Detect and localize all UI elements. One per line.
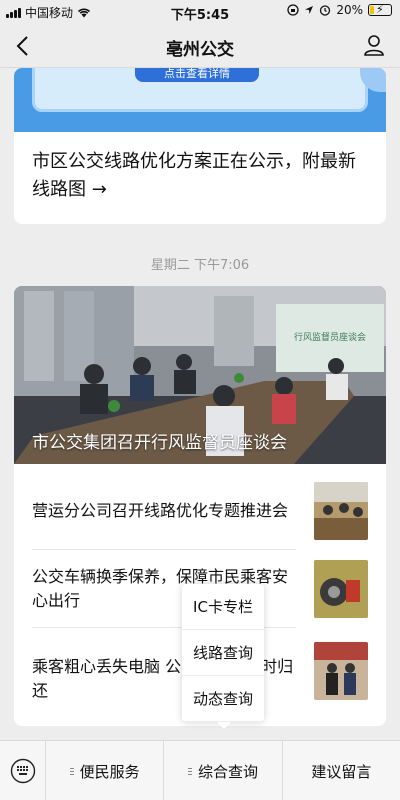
keyboard-icon	[10, 758, 36, 784]
status-bar: 中国移动 下午5:45 20% ⚡	[0, 0, 400, 24]
article-banner-image: 点击查看详情	[14, 68, 386, 132]
submenu-popup: IC卡专栏 线路查询 动态查询	[182, 584, 264, 729]
submenu-item-ic-card[interactable]: IC卡专栏	[182, 584, 264, 630]
hero-screen-text: 行风监督员座谈会	[294, 331, 366, 343]
message-timestamp: 星期二 下午7:06	[150, 258, 250, 273]
submenu-item-route-query[interactable]: 线路查询	[182, 630, 264, 676]
keyboard-toggle-button[interactable]	[0, 741, 46, 800]
menu-button-convenience[interactable]: 便民服务	[46, 741, 165, 800]
hero-news-item[interactable]: 行风监督员座谈会 市公交集团召开行风监督员座谈会	[14, 286, 386, 464]
article-card[interactable]: 点击查看详情 市区公交线路优化方案正在公示，附最新线路图 →	[14, 68, 386, 224]
submenu-item-realtime-query[interactable]: 动态查询	[182, 676, 264, 722]
battery-icon: ⚡	[368, 3, 392, 16]
alarm-icon	[320, 5, 331, 16]
user-icon[interactable]	[362, 33, 386, 57]
bottom-menu: 便民服务 综合查询 建议留言	[0, 740, 400, 800]
screen-lock-icon	[287, 4, 299, 16]
battery-percent: 20%	[336, 3, 363, 17]
news-item-thumbnail	[314, 642, 368, 700]
hero-caption: 市公交集团召开行风监督员座谈会	[32, 433, 287, 453]
banner-detail-button: 点击查看详情	[135, 68, 259, 82]
menu-button-query[interactable]: 综合查询	[164, 741, 283, 800]
nav-bar: 亳州公交	[0, 24, 400, 68]
news-item-thumbnail	[314, 482, 368, 540]
news-item-title: 营运分公司召开线路优化专题推进会	[32, 501, 289, 520]
location-icon	[305, 6, 314, 14]
menu-list-icon	[187, 767, 192, 775]
menu-list-icon	[69, 767, 74, 775]
article-title[interactable]: 市区公交线路优化方案正在公示，附最新线路图 →	[32, 148, 368, 204]
news-item[interactable]: 营运分公司召开线路优化专题推进会	[14, 472, 386, 550]
page-title: 亳州公交	[166, 40, 234, 60]
menu-button-feedback[interactable]: 建议留言	[283, 741, 400, 800]
news-item-thumbnail	[314, 560, 368, 618]
